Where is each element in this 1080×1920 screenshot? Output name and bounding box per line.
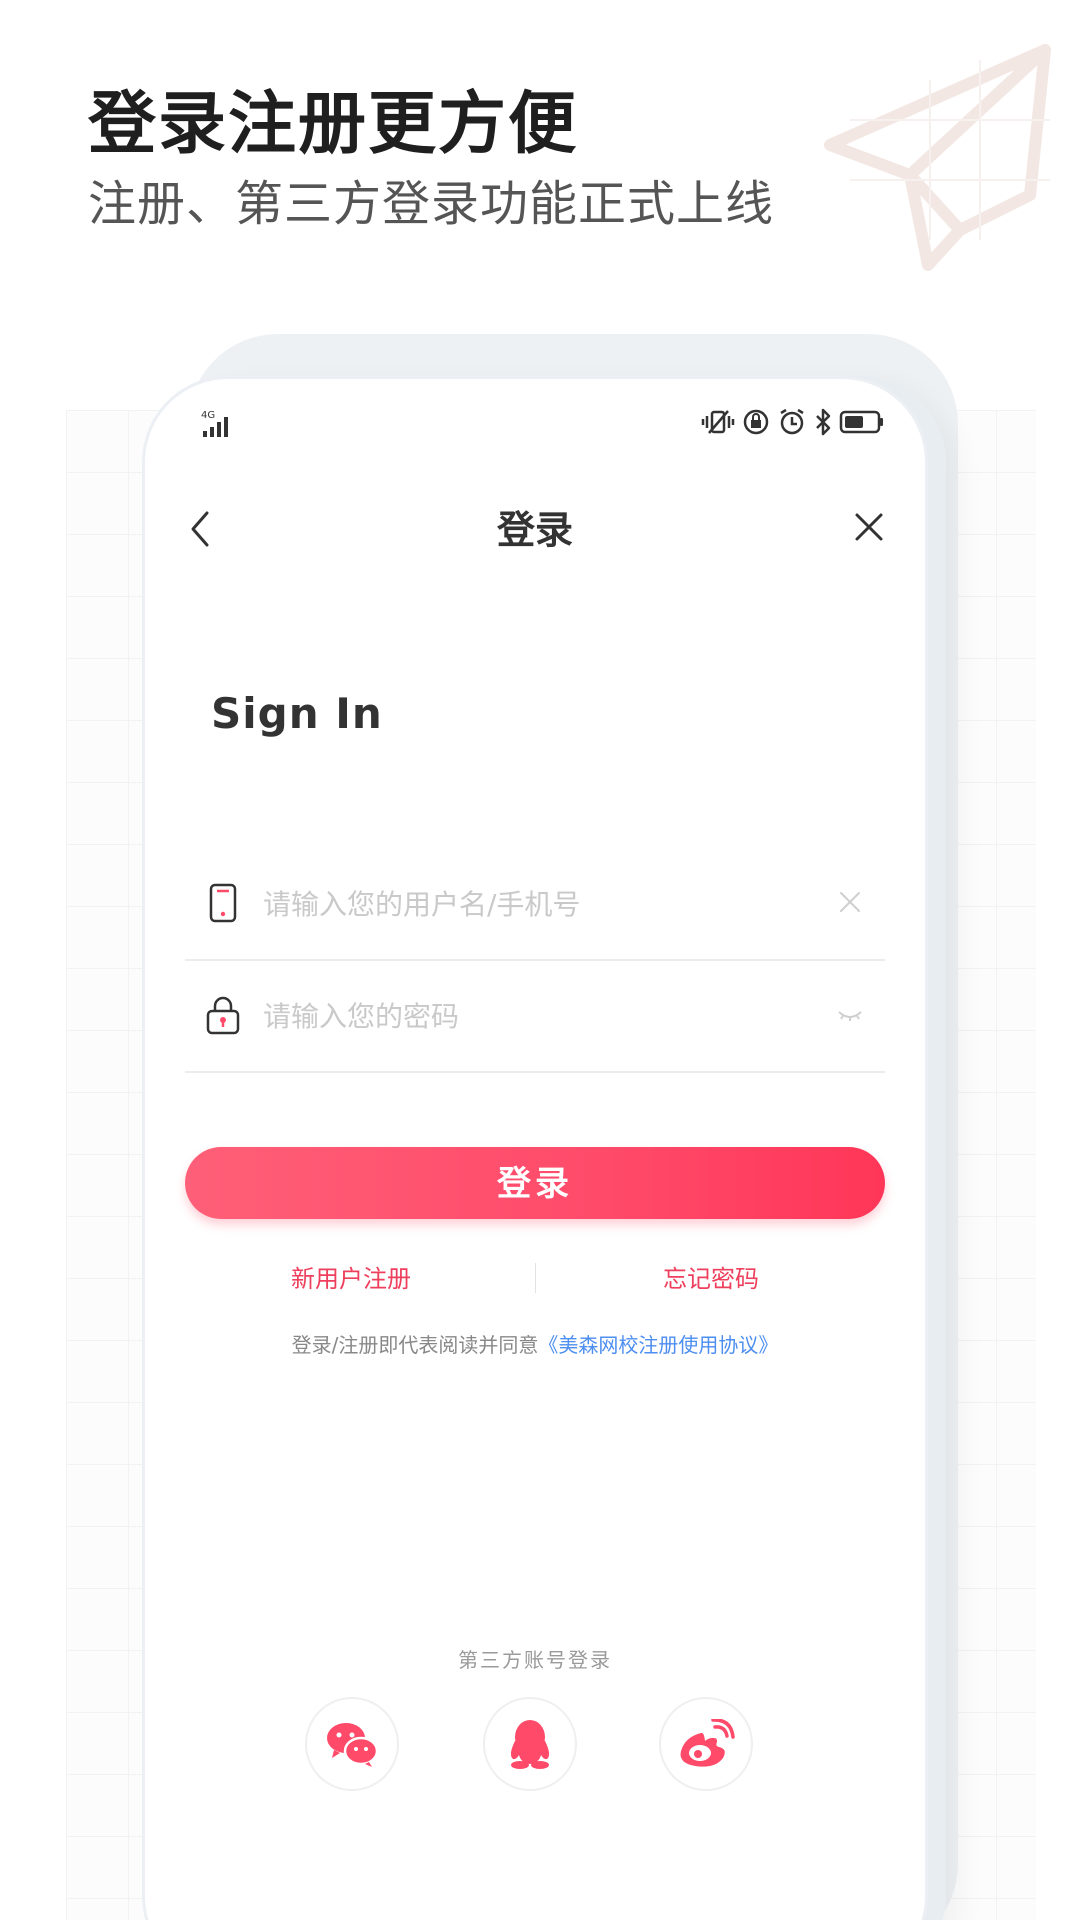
agreement-text: 登录/注册即代表阅读并同意《美森网校注册使用协议》 bbox=[145, 1329, 925, 1358]
network-label: 4G bbox=[201, 410, 215, 421]
weibo-login-button[interactable] bbox=[659, 1697, 753, 1791]
rotation-lock-icon bbox=[743, 409, 769, 435]
social-login-row bbox=[305, 1697, 765, 1793]
lock-icon bbox=[206, 996, 240, 1035]
forgot-password-link[interactable]: 忘记密码 bbox=[663, 1259, 759, 1294]
agreement-prefix: 登录/注册即代表阅读并同意 bbox=[291, 1333, 539, 1357]
status-icons bbox=[701, 407, 885, 437]
weibo-icon bbox=[680, 1719, 735, 1767]
signal-icon: 4G bbox=[201, 410, 228, 437]
username-field bbox=[185, 849, 885, 961]
eye-closed-icon[interactable] bbox=[835, 999, 865, 1029]
battery-icon bbox=[839, 410, 883, 434]
bluetooth-icon bbox=[816, 408, 831, 436]
password-input[interactable] bbox=[261, 989, 785, 1043]
promo-subheadline: 注册、第三方登录功能正式上线 bbox=[88, 176, 775, 232]
status-bar: 4G bbox=[185, 407, 885, 447]
clear-icon[interactable] bbox=[835, 887, 865, 917]
login-button[interactable]: 登录 bbox=[185, 1147, 885, 1219]
third-party-title: 第三方账号登录 bbox=[458, 1648, 612, 1672]
agreement-link[interactable]: 《美森网校注册使用协议》 bbox=[538, 1333, 778, 1357]
qq-login-button[interactable] bbox=[483, 1697, 577, 1791]
phone-icon bbox=[209, 883, 237, 923]
close-icon[interactable] bbox=[849, 507, 889, 547]
qq-icon bbox=[510, 1720, 550, 1769]
phone-frame: 4G 登录 Sign In 请输入您的用户名/手机号 登录 新用户注册 忘记密码… bbox=[142, 376, 928, 1920]
password-field bbox=[185, 961, 885, 1073]
page-title: 登录 bbox=[496, 508, 573, 552]
wechat-icon bbox=[327, 1723, 379, 1767]
links-row: 新用户注册 忘记密码 bbox=[185, 1259, 885, 1299]
sign-in-title: Sign In bbox=[211, 689, 383, 738]
username-input[interactable] bbox=[261, 877, 785, 931]
paper-plane-icon bbox=[824, 44, 1051, 271]
register-link[interactable]: 新用户注册 bbox=[291, 1259, 411, 1294]
nav-bar: 登录 bbox=[145, 489, 925, 569]
promo-headline: 登录注册更方便 bbox=[88, 85, 579, 164]
vibrate-icon bbox=[701, 410, 735, 434]
alarm-icon bbox=[780, 408, 804, 435]
links-divider bbox=[535, 1263, 536, 1293]
wechat-login-button[interactable] bbox=[305, 1697, 399, 1791]
